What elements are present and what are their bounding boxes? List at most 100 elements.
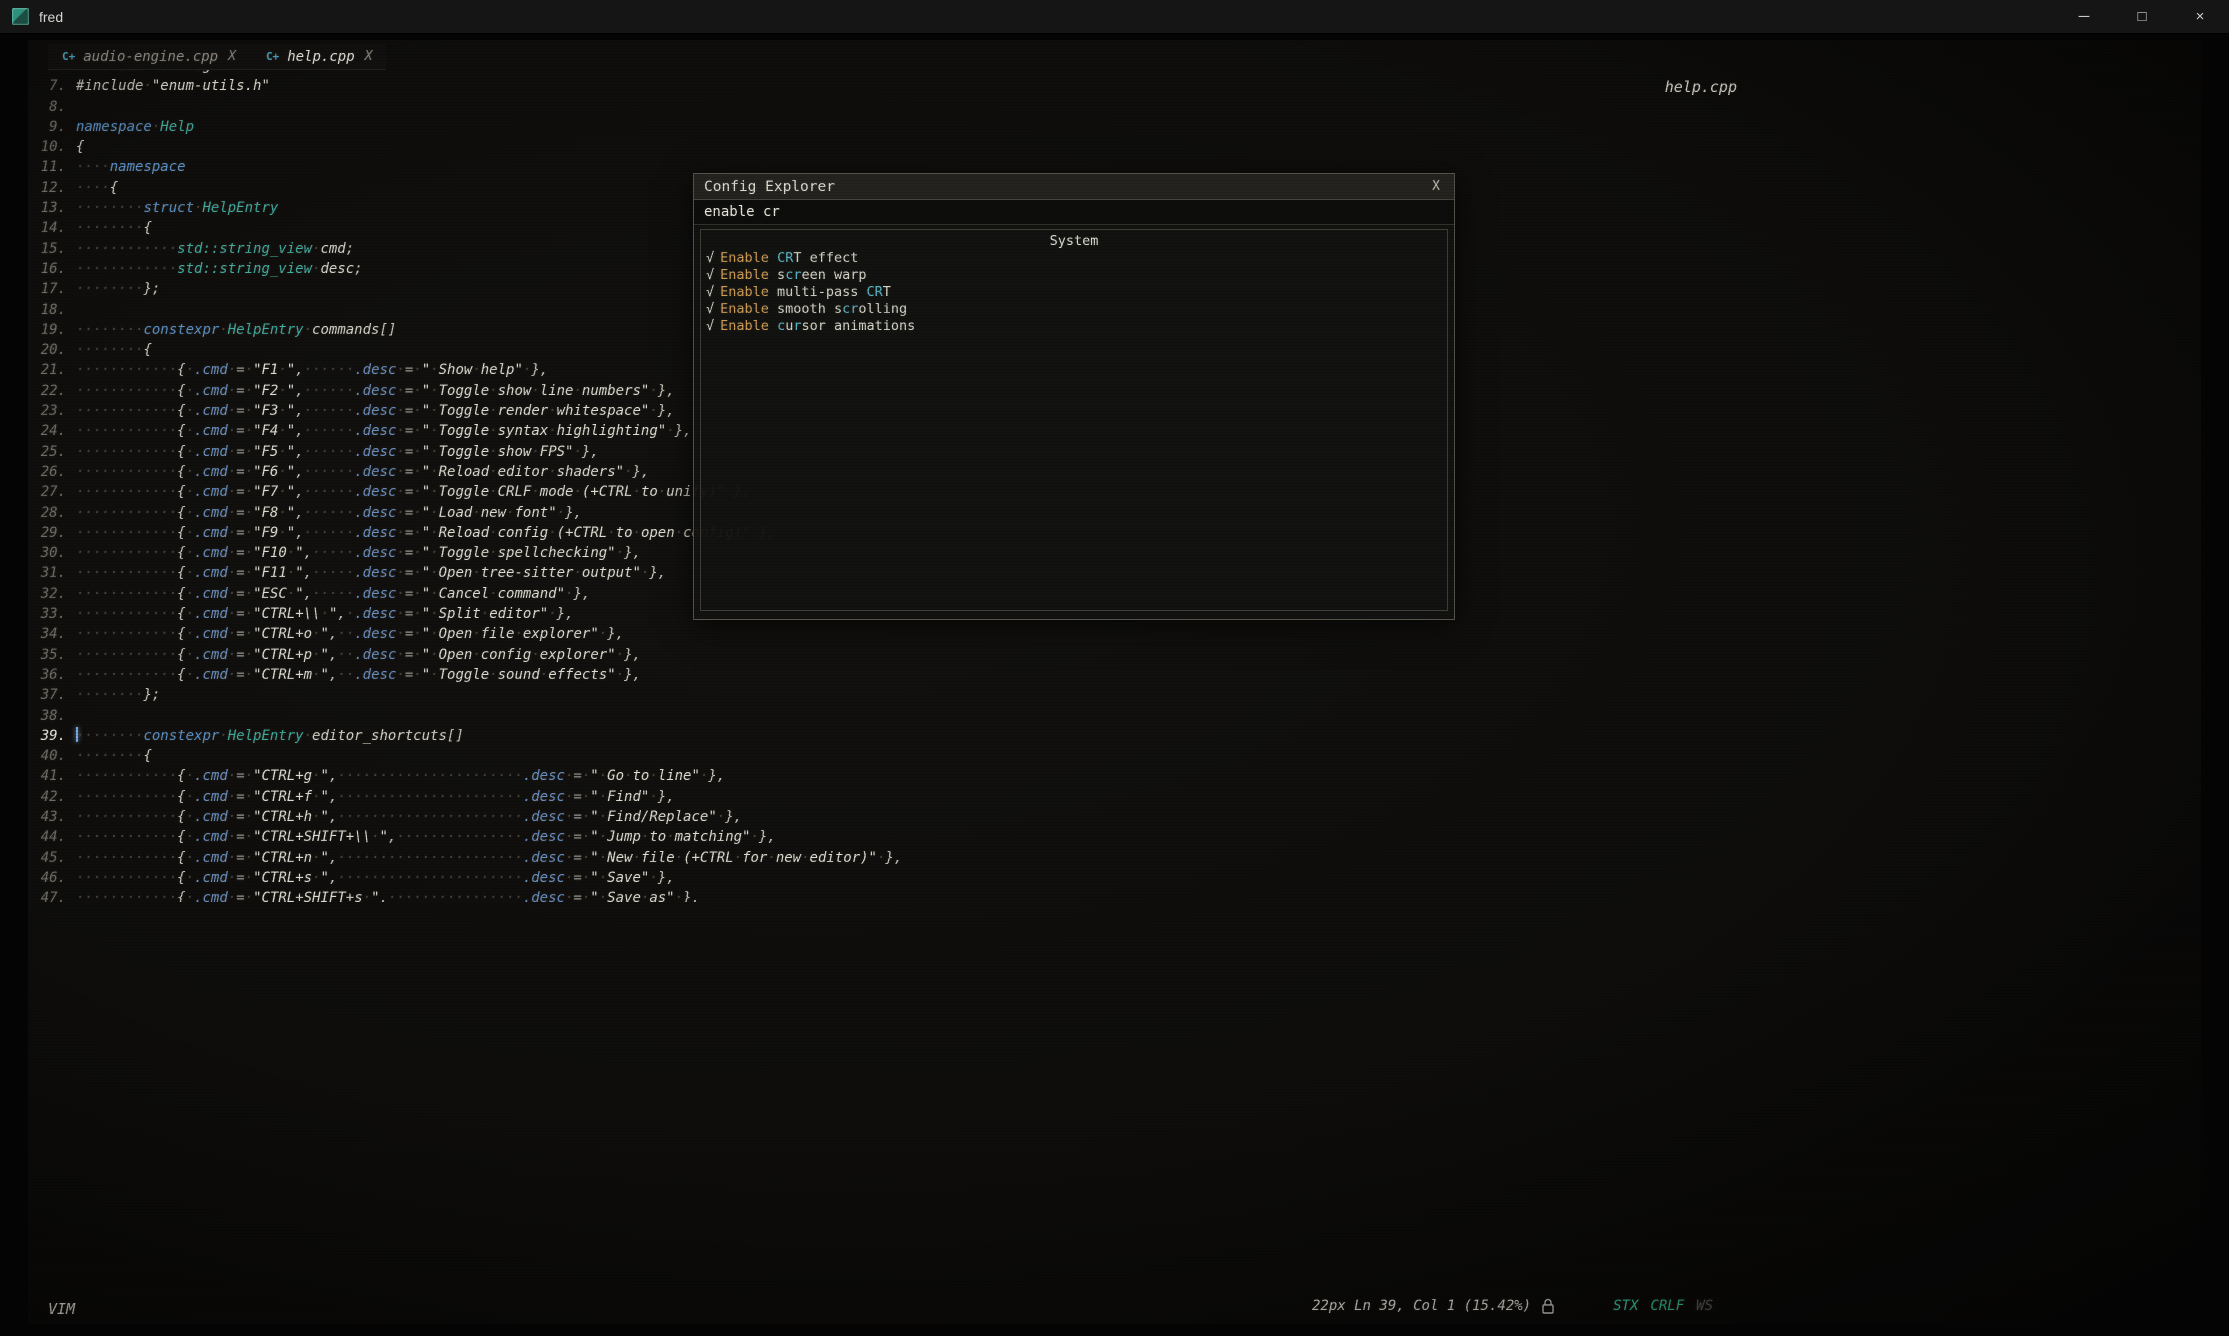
line-number: 41. (32, 766, 66, 786)
status-flag-crlf: CRLF (1650, 1298, 1684, 1314)
tab-close-icon[interactable]: X (365, 49, 373, 64)
config-section-header: System (701, 232, 1447, 250)
line-number: 8. (32, 97, 66, 117)
checkmark-icon: √ (706, 301, 714, 317)
line-number: 40. (32, 746, 66, 766)
code-line[interactable]: 41.············{·.cmd·=·"CTRL+g·",······… (28, 766, 2201, 786)
code-line[interactable]: 8. (28, 97, 2201, 117)
line-number: 12. (32, 178, 66, 198)
code-line[interactable]: 39.········constexpr·HelpEntry·editor_sh… (28, 726, 2201, 746)
line-number: 9. (32, 117, 66, 137)
line-number: 32. (32, 584, 66, 604)
line-number: 23. (32, 401, 66, 421)
config-option-row[interactable]: √Enable cursor animations (701, 318, 1447, 335)
line-number: 22. (32, 381, 66, 401)
code-line[interactable]: 35.············{·.cmd·=·"CTRL+p·",··.des… (28, 645, 2201, 665)
line-number: 10. (32, 137, 66, 157)
line-number: 15. (32, 239, 66, 259)
tab-bar: C+ audio-engine.cpp X C+ help.cpp X (48, 44, 386, 70)
line-number: 46. (32, 868, 66, 888)
tab-close-icon[interactable]: X (228, 49, 236, 64)
line-number: 21. (32, 360, 66, 380)
status-flag-ws: WS (1696, 1298, 1713, 1314)
line-number: 11. (32, 157, 66, 177)
editor-tab-help.cpp[interactable]: C+ help.cpp X (266, 49, 373, 65)
config-option-row[interactable]: √Enable screen warp (701, 267, 1447, 284)
line-number: 13. (32, 198, 66, 218)
code-line[interactable]: 43.············{·.cmd·=·"CTRL+h·",······… (28, 807, 2201, 827)
window-title: fred (39, 9, 63, 25)
tab-label: audio-engine.cpp (83, 49, 218, 65)
line-number: 26. (32, 462, 66, 482)
dialog-titlebar[interactable]: Config Explorer X (694, 174, 1454, 200)
line-number: 33. (32, 604, 66, 624)
line-number: 14. (32, 218, 66, 238)
line-number: 37. (32, 685, 66, 705)
checkmark-icon: √ (706, 284, 714, 300)
line-number: 45. (32, 848, 66, 868)
minimize-icon[interactable]: ─ (2055, 0, 2113, 33)
config-search-input[interactable]: enable cr (694, 200, 1454, 225)
code-line[interactable]: 36.············{·.cmd·=·"CTRL+m·",··.des… (28, 665, 2201, 685)
checkmark-icon: √ (706, 250, 714, 266)
code-line[interactable]: 10.{ (28, 137, 2201, 157)
dialog-close-icon[interactable]: X (1428, 179, 1444, 194)
code-line[interactable]: 44.············{·.cmd·=·"CTRL+SHIFT+\\·"… (28, 827, 2201, 847)
line-number: 16. (32, 259, 66, 279)
line-number: 47. (32, 888, 66, 902)
line-number: 28. (32, 503, 66, 523)
line-number: 39. (32, 726, 66, 746)
config-option-row[interactable]: √Enable multi-pass CRT (701, 284, 1447, 301)
code-line[interactable]: 47.············{·.cmd·=·"CTRL+SHIFT+s·",… (28, 888, 2201, 902)
close-icon[interactable]: × (2171, 0, 2229, 33)
checkmark-icon: √ (706, 318, 714, 334)
code-line[interactable]: 46.············{·.cmd·=·"CTRL+s·",······… (28, 868, 2201, 888)
status-flag-stx: STX (1613, 1298, 1638, 1314)
config-explorer-dialog: Config Explorer X enable cr System √Enab… (693, 173, 1455, 620)
code-line[interactable]: 42.············{·.cmd·=·"CTRL+f·",······… (28, 787, 2201, 807)
line-number: 20. (32, 340, 66, 360)
config-option-row[interactable]: √Enable smooth scrolling (701, 301, 1447, 318)
line-number: 38. (32, 706, 66, 726)
status-flags: STX CRLF WS (1613, 1298, 1713, 1314)
editor-mode-indicator: VIM (48, 1300, 75, 1318)
checkmark-icon: √ (706, 267, 714, 283)
lock-icon (1541, 1298, 1555, 1314)
crt-editor-screen: C+audio-engine.cppXC+help.cppX help.cpp … (28, 40, 2201, 1324)
window-titlebar: fred ─ □ × (0, 0, 2229, 34)
tab-label: help.cpp (287, 49, 354, 65)
line-number: 34. (32, 624, 66, 644)
cpp-file-icon: C+ (266, 50, 279, 63)
line-number: 36. (32, 665, 66, 685)
code-line[interactable]: 38. (28, 706, 2201, 726)
line-number: 42. (32, 787, 66, 807)
window-controls: ─ □ × (2055, 0, 2229, 33)
code-line[interactable]: 37.········}; (28, 685, 2201, 705)
line-number: 24. (32, 421, 66, 441)
line-number: 18. (32, 300, 66, 320)
line-number: 31. (32, 563, 66, 583)
line-number: 17. (32, 279, 66, 299)
cpp-file-icon: C+ (62, 50, 75, 63)
editor-tab-audio-engine.cpp[interactable]: C+ audio-engine.cpp X (62, 49, 236, 65)
maximize-icon[interactable]: □ (2113, 0, 2171, 33)
code-line[interactable]: 34.············{·.cmd·=·"CTRL+o·",··.des… (28, 624, 2201, 644)
code-line[interactable]: 9.namespace·Help (28, 117, 2201, 137)
line-number: 35. (32, 645, 66, 665)
line-number: 30. (32, 543, 66, 563)
app-icon (12, 8, 29, 25)
line-number: 29. (32, 523, 66, 543)
cursor-position-indicator: 22px Ln 39, Col 1 (15.42%) (1312, 1298, 1531, 1314)
code-line[interactable]: 45.············{·.cmd·=·"CTRL+n·",······… (28, 848, 2201, 868)
line-number: 19. (32, 320, 66, 340)
code-line[interactable]: 7.#include·"enum-utils.h" (28, 76, 2201, 96)
line-number: 7. (32, 76, 66, 96)
viewport-filename-label: help.cpp (1665, 78, 1737, 96)
statusbar-right: 22px Ln 39, Col 1 (15.42%) STX CRLF WS (1312, 1298, 1713, 1314)
config-option-row[interactable]: √Enable CRT effect (701, 250, 1447, 267)
line-number: 27. (32, 482, 66, 502)
line-number: 25. (32, 442, 66, 462)
config-option-list: System √Enable CRT effect√Enable screen … (700, 229, 1448, 611)
code-line[interactable]: 40.········{ (28, 746, 2201, 766)
line-number: 43. (32, 807, 66, 827)
